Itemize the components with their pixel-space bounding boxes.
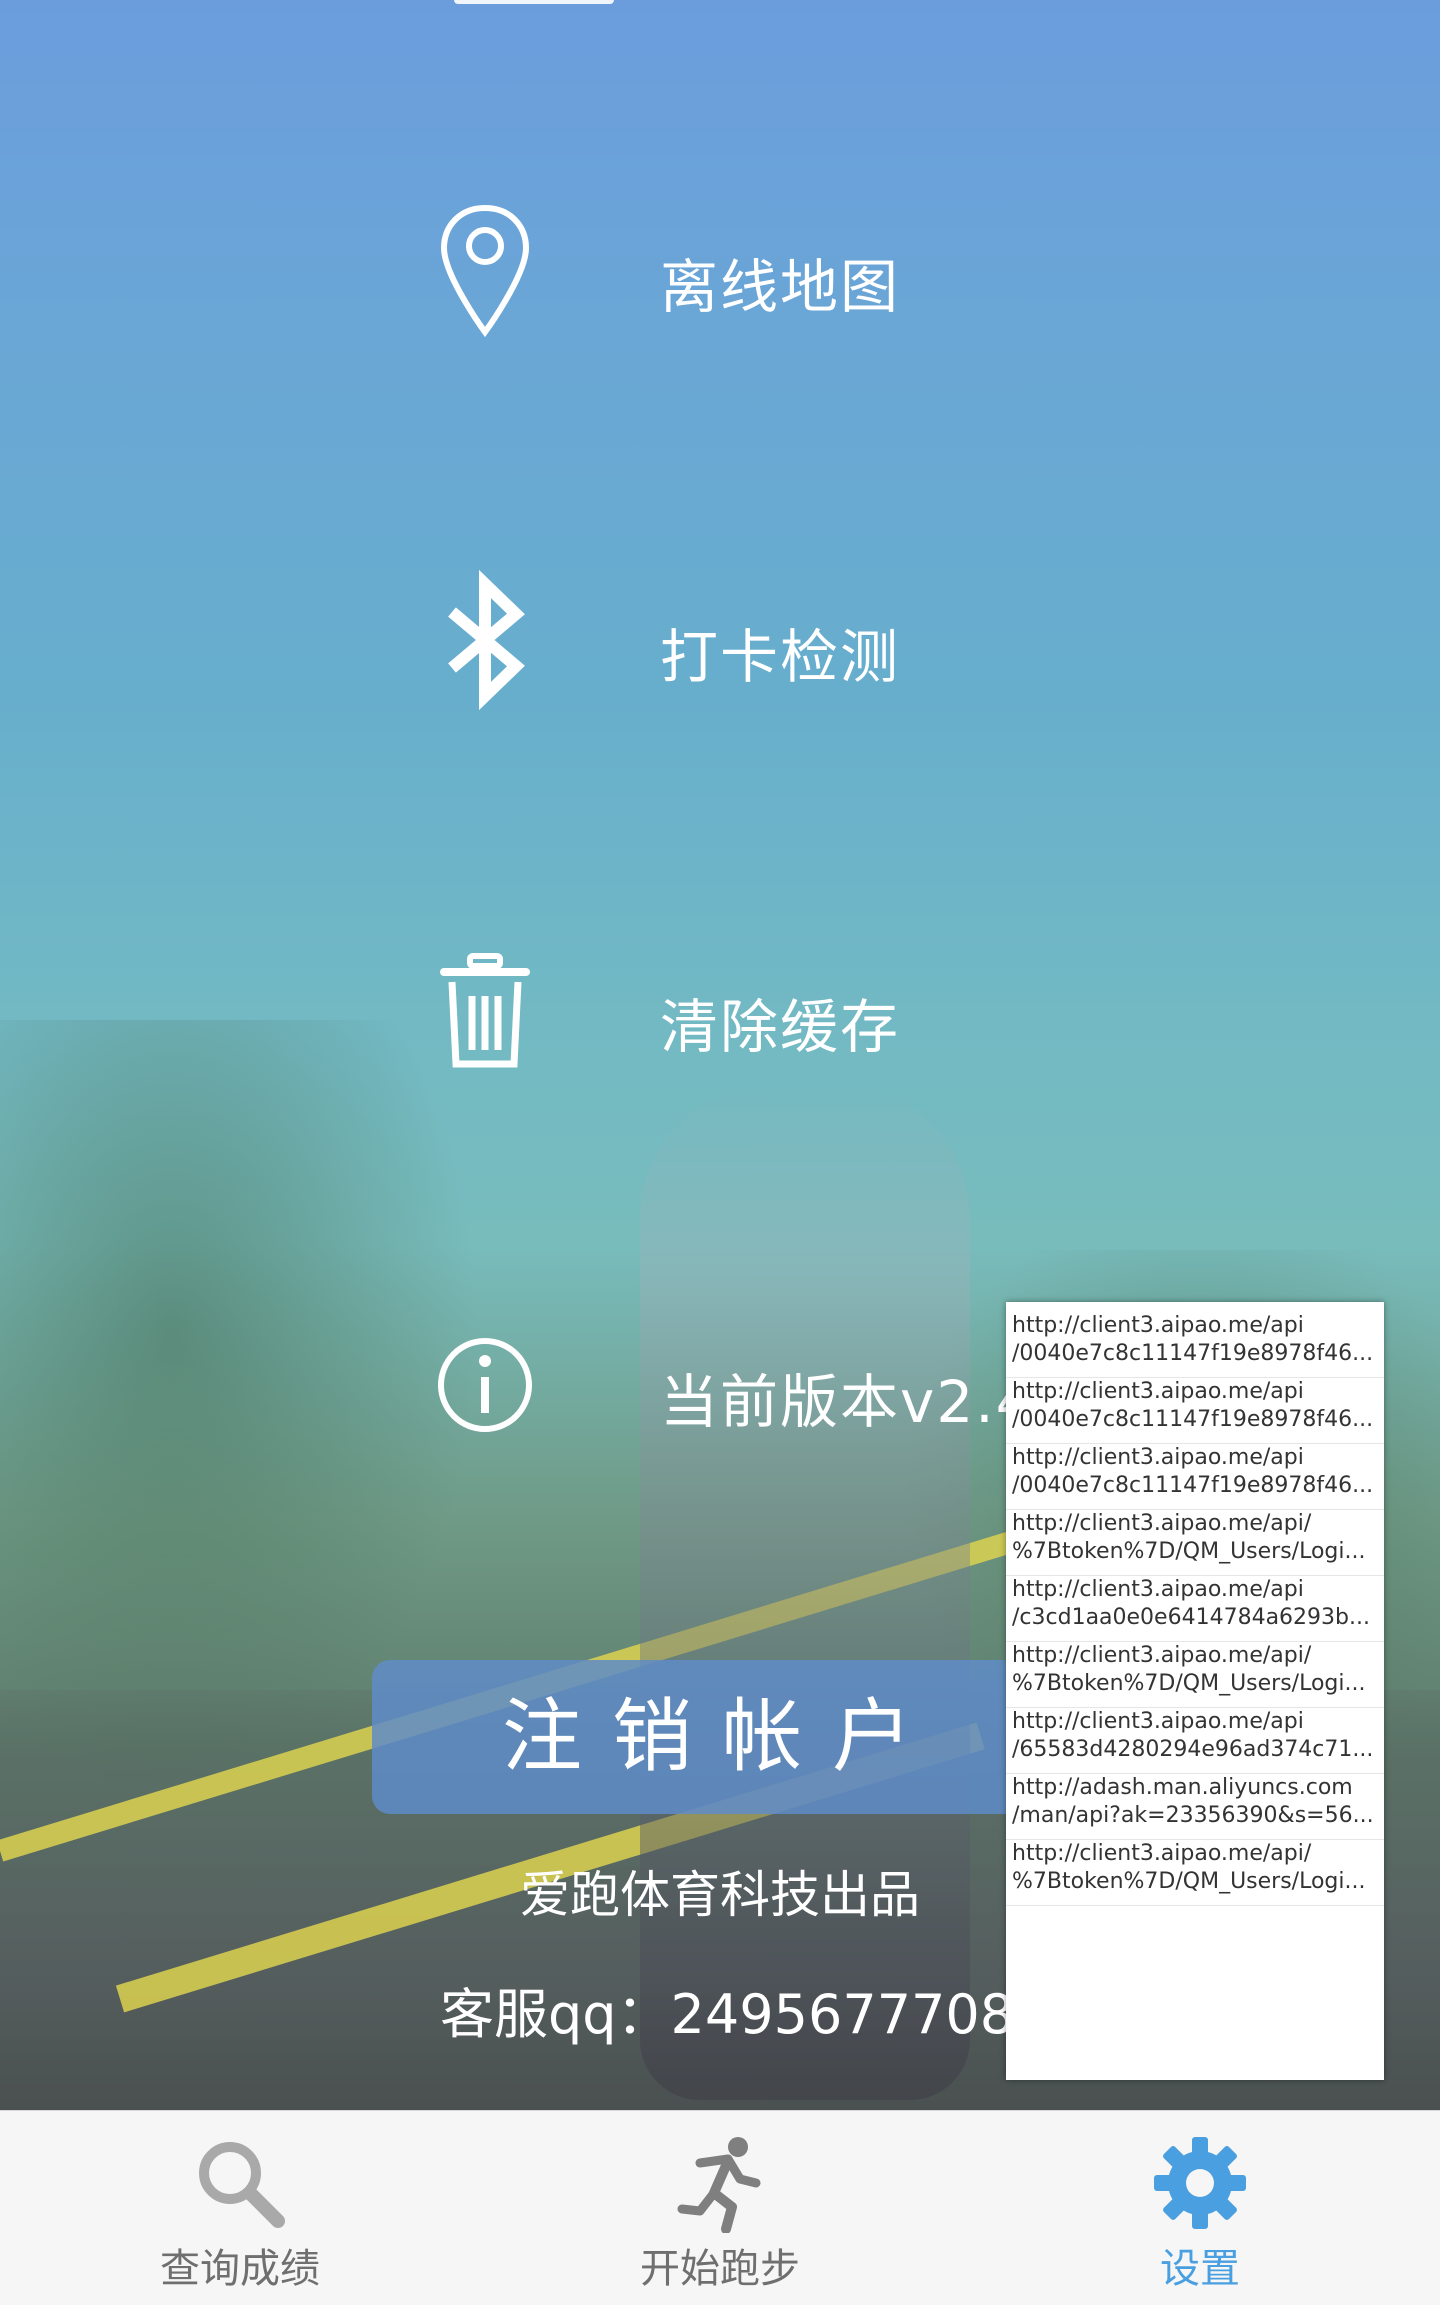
- url-line: %7Btoken%7D/QM_Users/Logi...: [1012, 1869, 1366, 1894]
- menu-item-clear-cache[interactable]: 清除缓存: [0, 940, 1440, 1100]
- menu-label: 离线地图: [660, 253, 901, 321]
- url-line: /65583d4280294e96ad374c71...: [1012, 1737, 1374, 1762]
- url-log-item[interactable]: http://client3.aipao.me/api/ %7Btoken%7D…: [1006, 1510, 1384, 1576]
- tab-label: 查询成绩: [160, 2246, 320, 2292]
- logout-button[interactable]: 注销帐户: [372, 1660, 1072, 1814]
- url-log-item[interactable]: http://client3.aipao.me/api/ %7Btoken%7D…: [1006, 1642, 1384, 1708]
- url-line: http://client3.aipao.me/api/: [1012, 1643, 1312, 1668]
- url-line: http://client3.aipao.me/api/: [1012, 1511, 1312, 1536]
- bottom-tab-bar: 查询成绩 开始跑步 设置: [0, 2110, 1440, 2305]
- background-runner: [640, 1080, 970, 2100]
- url-log-item[interactable]: http://adash.man.aliyuncs.com /man/api?a…: [1006, 1774, 1384, 1840]
- url-line: /0040e7c8c11147f19e8978f46...: [1012, 1341, 1374, 1366]
- url-line: /man/api?ak=23356390&s=56...: [1012, 1803, 1374, 1828]
- menu-label: 打卡检测: [660, 623, 901, 691]
- tab-query-score[interactable]: 查询成绩: [0, 2111, 480, 2305]
- info-icon: [438, 1338, 532, 1432]
- tab-label: 开始跑步: [640, 2246, 800, 2292]
- url-line: http://client3.aipao.me/api: [1012, 1577, 1304, 1602]
- trash-icon: [440, 953, 530, 1068]
- map-pin-icon: [440, 204, 530, 338]
- url-line: /0040e7c8c11147f19e8978f46...: [1012, 1473, 1374, 1498]
- menu-item-checkin-detection[interactable]: 打卡检测: [0, 570, 1440, 730]
- tab-settings[interactable]: 设置: [960, 2111, 1440, 2305]
- url-log-item[interactable]: http://client3.aipao.me/api /65583d42802…: [1006, 1708, 1384, 1774]
- tab-start-run[interactable]: 开始跑步: [480, 2111, 960, 2305]
- url-log-item[interactable]: http://client3.aipao.me/api /0040e7c8c11…: [1006, 1378, 1384, 1444]
- customer-service-qq: 客服qq：2495677708: [440, 1983, 1015, 2046]
- url-log-item[interactable]: http://client3.aipao.me/api /c3cd1aa0e0e…: [1006, 1576, 1384, 1642]
- url-line: http://adash.man.aliyuncs.com: [1012, 1775, 1353, 1800]
- url-line: %7Btoken%7D/QM_Users/Logi...: [1012, 1539, 1366, 1564]
- url-log-item[interactable]: http://client3.aipao.me/api /0040e7c8c11…: [1006, 1444, 1384, 1510]
- url-line: http://client3.aipao.me/api: [1012, 1445, 1304, 1470]
- url-log-item[interactable]: http://client3.aipao.me/api /0040e7c8c11…: [1006, 1312, 1384, 1378]
- menu-label: 清除缓存: [660, 993, 901, 1061]
- url-line: %7Btoken%7D/QM_Users/Logi...: [1012, 1671, 1366, 1696]
- runner-icon: [677, 2137, 761, 2233]
- url-line: /c3cd1aa0e0e6414784a6293b...: [1012, 1605, 1370, 1630]
- url-line: http://client3.aipao.me/api/: [1012, 1841, 1312, 1866]
- menu-item-offline-map[interactable]: 离线地图: [0, 200, 1440, 360]
- tab-label: 设置: [1160, 2246, 1240, 2292]
- url-line: http://client3.aipao.me/api: [1012, 1313, 1304, 1338]
- url-log-item[interactable]: http://client3.aipao.me/api/ %7Btoken%7D…: [1006, 1840, 1384, 1906]
- settings-screen: 离线地图 打卡检测 清除缓存 当前版本v2.4 注销帐户 爱跑体育科技出品 客服…: [0, 0, 1440, 2305]
- version-label: 当前版本v2.4: [660, 1368, 1035, 1436]
- url-line: /0040e7c8c11147f19e8978f46...: [1012, 1407, 1374, 1432]
- url-log-popup: http://client3.aipao.me/api /0040e7c8c11…: [1006, 1302, 1384, 2080]
- search-icon: [199, 2142, 285, 2228]
- url-line: http://client3.aipao.me/api: [1012, 1379, 1304, 1404]
- status-indicator: [454, 0, 614, 4]
- url-line: http://client3.aipao.me/api: [1012, 1709, 1304, 1734]
- company-credit: 爱跑体育科技出品: [520, 1866, 920, 1924]
- gear-icon: [1154, 2137, 1246, 2229]
- bluetooth-icon: [448, 570, 525, 710]
